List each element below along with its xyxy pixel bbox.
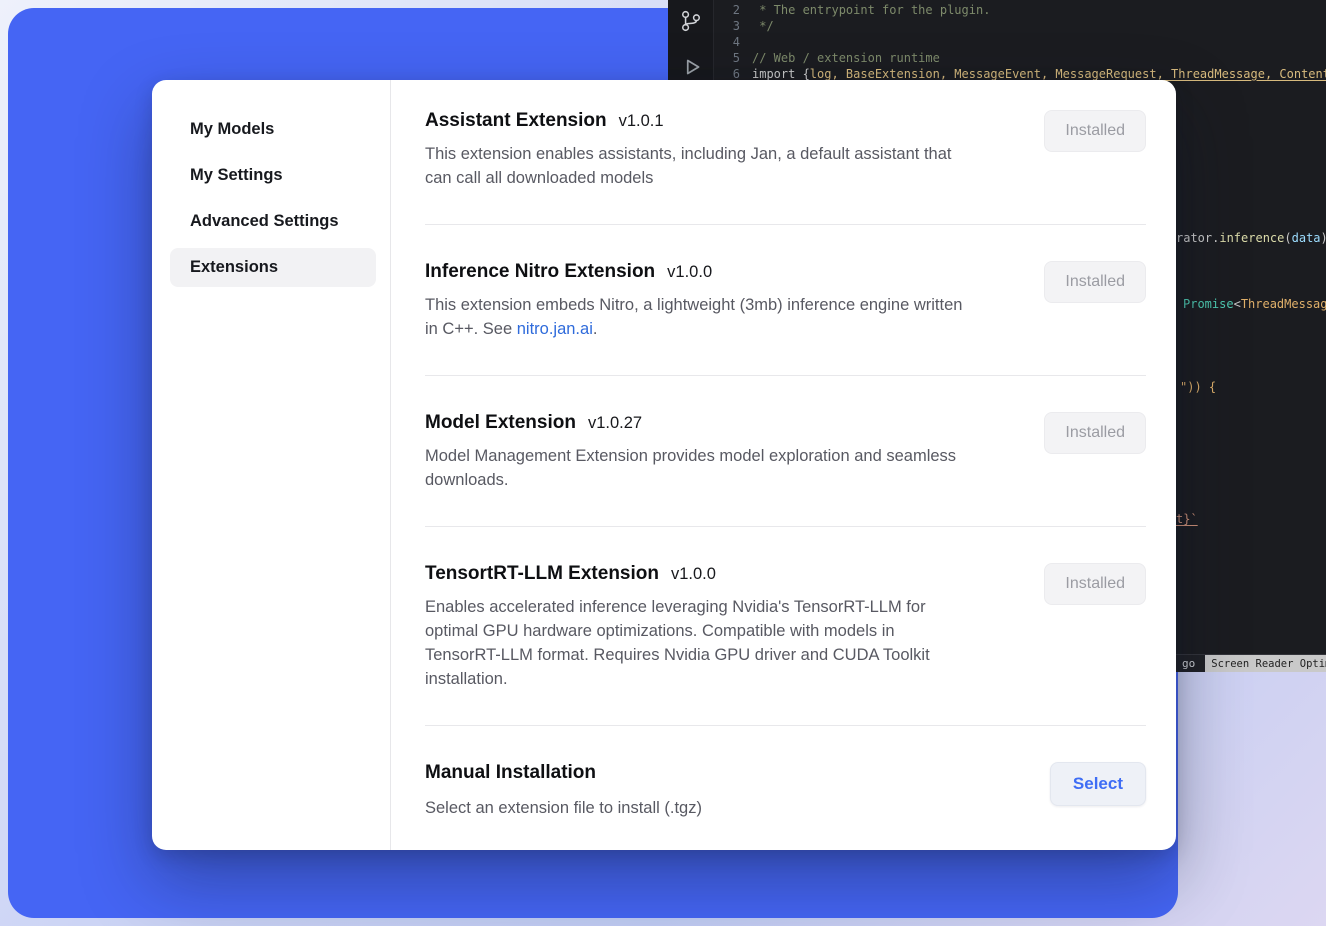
code-fragment: t}` [1176,511,1198,527]
extension-version: v1.0.27 [588,414,642,432]
settings-sidebar: My Models My Settings Advanced Settings … [152,80,391,850]
line-number: 2 [724,2,740,18]
extension-row-assistant: Assistant Extensionv1.0.1 This extension… [425,110,1146,190]
sidebar-item-advanced-settings[interactable]: Advanced Settings [190,212,372,231]
select-file-button[interactable]: Select [1050,762,1146,806]
manual-installation-row: Manual Installation Select an extension … [425,762,1146,820]
extension-row-tensorrt: TensortRT-LLM Extensionv1.0.0 Enables ac… [425,563,1146,691]
extension-description: Model Management Extension provides mode… [425,444,970,492]
code-fragment: rator.inference(data)); [1176,230,1326,246]
extension-title: Assistant Extensionv1.0.1 [425,110,970,132]
extension-description: This extension enables assistants, inclu… [425,142,970,190]
extension-row-nitro: Inference Nitro Extensionv1.0.0 This ext… [425,261,1146,341]
extension-title: TensortRT-LLM Extensionv1.0.0 [425,563,970,585]
installed-button[interactable]: Installed [1044,261,1146,303]
extension-description: This extension embeds Nitro, a lightweig… [425,293,970,341]
extension-version: v1.0.0 [671,565,716,583]
sidebar-item-my-settings[interactable]: My Settings [190,166,372,185]
extension-version: v1.0.1 [619,112,664,130]
code-fragment: Promise<ThreadMessage> [1183,296,1326,312]
status-text: go [1182,656,1195,672]
line-number: 4 [724,34,740,50]
sidebar-item-extensions[interactable]: Extensions [170,248,376,287]
extension-version: v1.0.0 [667,263,712,281]
manual-installation-description: Select an extension file to install (.tg… [425,796,702,820]
installed-button[interactable]: Installed [1044,412,1146,454]
extension-description: Enables accelerated inference leveraging… [425,595,970,691]
section-divider [425,375,1146,376]
installed-button[interactable]: Installed [1044,110,1146,152]
section-divider [425,725,1146,726]
installed-button[interactable]: Installed [1044,563,1146,605]
section-divider [425,526,1146,527]
nitro-jan-ai-link[interactable]: nitro.jan.ai [517,320,593,338]
section-divider [425,224,1146,225]
source-control-icon[interactable] [678,8,704,34]
run-debug-icon[interactable] [678,54,704,80]
extension-title: Inference Nitro Extensionv1.0.0 [425,261,970,283]
code-line-comment: */ [752,18,774,34]
code-fragment: ")) { [1180,379,1216,395]
code-line-comment: // Web / extension runtime [752,50,940,66]
screen-reader-chip[interactable]: Screen Reader Optimize [1205,655,1326,673]
extensions-content: Assistant Extensionv1.0.1 This extension… [391,80,1176,850]
manual-installation-title: Manual Installation [425,762,702,784]
sidebar-item-my-models[interactable]: My Models [190,120,372,139]
code-line-comment: * The entrypoint for the plugin. [752,2,990,18]
settings-modal: My Models My Settings Advanced Settings … [152,80,1176,850]
line-number: 3 [724,18,740,34]
line-number: 5 [724,50,740,66]
extension-row-model: Model Extensionv1.0.27 Model Management … [425,412,1146,492]
extension-title: Model Extensionv1.0.27 [425,412,970,434]
